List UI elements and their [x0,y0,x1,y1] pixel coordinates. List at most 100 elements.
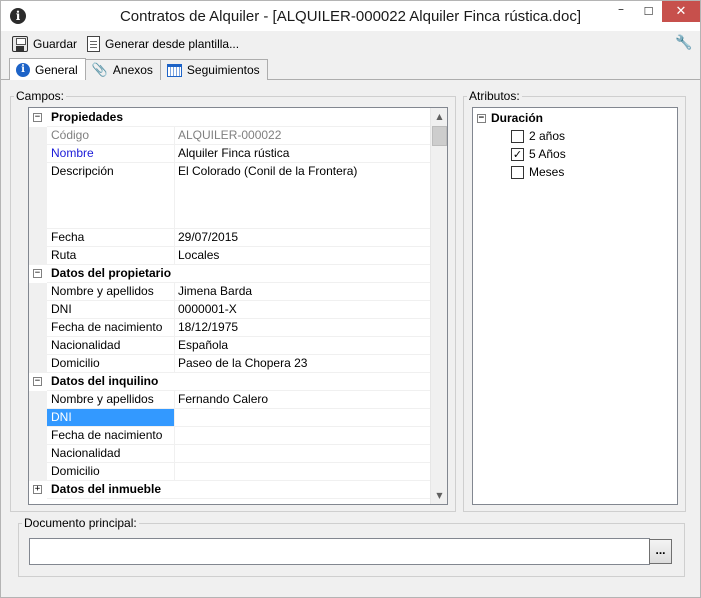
grid-property-row[interactable]: DNI [29,409,430,427]
grid-category-row[interactable]: − Datos del inquilino [29,373,430,391]
grid-property-row[interactable]: Fecha de nacimiento 18/12/1975 [29,319,430,337]
property-value[interactable]: 29/07/2015 [175,229,430,247]
grid-property-row[interactable]: Fecha de nacimiento [29,427,430,445]
grid-row-margin [29,409,47,427]
grid-row-margin [29,427,47,445]
property-value[interactable]: Fernando Calero [175,391,430,409]
minimize-button[interactable]: – [607,1,635,22]
grid-property-row[interactable]: Código ALQUILER-000022 [29,127,430,145]
property-label: DNI [47,301,175,319]
grid-category-row[interactable]: − Propiedades [29,109,430,127]
property-label: Código [47,127,175,145]
grid-row-margin: − [29,265,47,283]
save-button[interactable]: Guardar [12,35,77,53]
property-value[interactable] [175,409,430,427]
property-label: Fecha [47,229,175,247]
property-value[interactable]: Española [175,337,430,355]
grid-row-margin [29,163,47,229]
generate-from-template-button[interactable]: Generar desde plantilla... [87,35,239,53]
property-label: Nombre y apellidos [47,283,175,301]
property-value[interactable]: Jimena Barda [175,283,430,301]
toolbar: Guardar Generar desde plantilla... 🔧 [1,31,700,57]
info-icon: i [16,62,30,77]
grid-row-margin [29,445,47,463]
property-value[interactable]: 18/12/1975 [175,319,430,337]
tree-node-duracion[interactable]: − Duración [477,109,543,127]
grid-property-row[interactable]: Descripción El Colorado (Conil de la Fron… [29,163,430,229]
attribute-checkbox[interactable]: ✓ [511,147,524,161]
attributes-tree[interactable]: − Duración 2 años ✓ 5 Años Meses [472,107,678,505]
property-value[interactable]: Alquiler Finca rústica [175,145,430,163]
attribute-label: 5 Años [529,147,566,161]
attribute-option[interactable]: 2 años [511,127,565,145]
property-value[interactable] [175,463,430,481]
title-bar: i Contratos de Alquiler - [ALQUILER-0000… [1,1,700,31]
attribute-checkbox[interactable] [511,165,524,179]
category-label: Datos del inquilino [47,373,430,391]
main-window: i Contratos de Alquiler - [ALQUILER-0000… [0,0,701,598]
attribute-checkbox[interactable] [511,129,524,143]
collapse-icon[interactable]: − [33,377,42,386]
tab-seguimientos-label: Seguimientos [186,63,260,77]
grid-property-row[interactable]: Domicilio [29,463,430,481]
property-value[interactable] [175,445,430,463]
property-label: Nombre [47,145,175,163]
scroll-down-arrow-icon[interactable]: ▼ [431,487,447,504]
collapse-icon[interactable]: − [33,113,42,122]
tab-seguimientos[interactable]: Seguimientos [159,59,268,80]
grid-row-margin [29,145,47,163]
tab-bar: i General 📎 Anexos Seguimientos [9,58,268,80]
close-button[interactable]: ✕ [662,1,700,22]
grid-property-row[interactable]: Domicilio Paseo de la Chopera 23 [29,355,430,373]
generate-label: Generar desde plantilla... [105,37,240,51]
property-value[interactable] [175,427,430,445]
property-value[interactable]: El Colorado (Conil de la Frontera) [175,163,430,229]
attribute-option[interactable]: ✓ 5 Años [511,145,566,163]
property-value[interactable]: ALQUILER-000022 [175,127,430,145]
property-label: Ruta [47,247,175,265]
grid-category-row[interactable]: + Datos del inmueble [29,481,430,499]
collapse-icon[interactable]: − [33,269,42,278]
property-value[interactable]: 0000001-X [175,301,430,319]
document-path-input[interactable] [29,538,650,565]
wrench-icon[interactable]: 🔧 [675,35,692,51]
grid-row-margin [29,229,47,247]
grid-row-margin [29,355,47,373]
grid-row-margin: − [29,109,47,127]
campos-title: Campos: [14,89,67,103]
browse-button[interactable]: ... [649,539,672,564]
grid-property-row[interactable]: Ruta Locales [29,247,430,265]
property-label: DNI [47,409,175,427]
grid-property-row[interactable]: Fecha 29/07/2015 [29,229,430,247]
tab-general[interactable]: i General [9,58,86,80]
scroll-thumb[interactable] [432,126,447,146]
scroll-up-arrow-icon[interactable]: ▲ [431,108,447,125]
attribute-option[interactable]: Meses [511,163,564,181]
category-label: Propiedades [47,109,430,127]
grid-property-row[interactable]: Nombre Alquiler Finca rústica [29,145,430,163]
property-value[interactable]: Locales [175,247,430,265]
collapse-icon[interactable]: − [477,113,486,123]
save-icon [12,36,28,52]
expand-icon[interactable]: + [33,485,42,494]
property-grid[interactable]: ▲ ▼ − Propiedades Código ALQUILER-000022 Nom… [28,107,448,505]
tab-anexos-label: Anexos [112,63,153,77]
grid-scrollbar[interactable]: ▲ ▼ [430,108,447,504]
grid-property-row[interactable]: Nombre y apellidos Jimena Barda [29,283,430,301]
property-value[interactable]: Paseo de la Chopera 23 [175,355,430,373]
grid-category-row[interactable]: − Datos del propietario [29,265,430,283]
grid-row-margin [29,337,47,355]
attribute-label: 2 años [529,129,566,143]
grid-property-row[interactable]: Nacionalidad Española [29,337,430,355]
document-icon [87,36,100,52]
attribute-label: Meses [529,165,565,179]
grid-property-row[interactable]: Nombre y apellidos Fernando Calero [29,391,430,409]
tab-anexos[interactable]: 📎 Anexos [84,59,161,80]
property-label: Nombre y apellidos [47,391,175,409]
grid-property-row[interactable]: DNI 0000001-X [29,301,430,319]
property-label: Domicilio [47,355,175,373]
maximize-button[interactable]: ☐ [635,1,662,22]
grid-property-row[interactable]: Nacionalidad [29,445,430,463]
documento-title: Documento principal: [22,516,139,530]
paperclip-icon: 📎 [91,62,108,78]
